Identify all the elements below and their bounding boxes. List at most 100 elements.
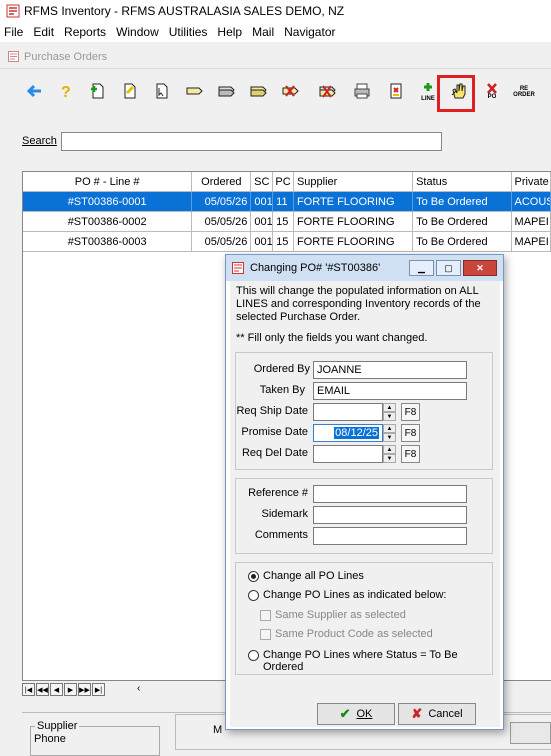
- cancel-label: Cancel: [428, 708, 463, 720]
- dialog-message: This will change the populated informati…: [236, 285, 481, 323]
- subwindow-titlebar: Purchase Orders: [0, 45, 551, 69]
- col-private[interactable]: Private: [511, 172, 551, 192]
- cell-ordered: 05/05/26: [192, 232, 252, 252]
- back-arrow-icon[interactable]: [23, 80, 45, 102]
- comments-input[interactable]: [313, 527, 467, 545]
- delete-po-icon[interactable]: PO: [481, 80, 503, 102]
- document-cursor-icon[interactable]: [151, 80, 173, 102]
- cell-private: MAPEI: [511, 232, 551, 252]
- clipboard-icon[interactable]: [385, 80, 407, 102]
- menu-window[interactable]: Window: [111, 25, 164, 39]
- cell-po: #ST00386-0001: [23, 192, 193, 212]
- menu-reports[interactable]: Reports: [59, 25, 111, 39]
- maximize-icon[interactable]: ▢: [436, 260, 461, 276]
- req-ship-date-label: Req Ship Date: [236, 405, 308, 417]
- col-ordered[interactable]: Ordered: [192, 172, 252, 192]
- same-product-checkbox[interactable]: [260, 629, 271, 640]
- comments-label: Comments: [254, 529, 308, 541]
- change-all-radio[interactable]: [248, 571, 259, 582]
- cell-status: To Be Ordered: [413, 192, 512, 212]
- change-indicated-label: Change PO Lines as indicated below:: [263, 589, 447, 601]
- rfms-app-icon: [6, 4, 20, 18]
- add-line-icon[interactable]: LINE: [417, 80, 439, 102]
- close-icon[interactable]: ✕: [463, 260, 497, 276]
- cell-pc: 15: [273, 232, 294, 252]
- taken-by-input[interactable]: EMAIL: [313, 382, 467, 400]
- search-label: Search: [22, 135, 57, 147]
- cell-sc: 001: [251, 232, 274, 252]
- col-status[interactable]: Status: [413, 172, 512, 192]
- cell-supplier: FORTE FLOORING: [293, 212, 414, 232]
- tag-gray-icon[interactable]: [215, 80, 237, 102]
- same-product-label: Same Product Code as selected: [275, 628, 433, 640]
- cell-pc: 15: [273, 212, 294, 232]
- menu-help[interactable]: Help: [212, 25, 247, 39]
- detail-button[interactable]: [510, 722, 551, 744]
- table-row[interactable]: #ST00386-0003 05/05/26 001 15 FORTE FLOO…: [23, 232, 551, 252]
- cell-status: To Be Ordered: [413, 212, 512, 232]
- dialog-note: ** Fill only the fields you want changed…: [236, 332, 428, 344]
- promise-date-f8-button[interactable]: F8: [401, 424, 420, 442]
- cancel-button[interactable]: ✘ Cancel: [398, 703, 476, 725]
- req-ship-date-input[interactable]: [313, 403, 383, 421]
- checkmark-icon: ✔: [339, 706, 351, 721]
- printer-icon[interactable]: [351, 80, 373, 102]
- table-row[interactable]: #ST00386-0001 05/05/26 001 11 FORTE FLOO…: [23, 192, 551, 212]
- promise-date-spinner[interactable]: ▲ ▼: [383, 424, 396, 442]
- help-question-icon[interactable]: ?: [55, 80, 77, 102]
- ordered-by-label: Ordered By: [253, 363, 310, 375]
- phone-label: Phone: [34, 733, 66, 745]
- col-pc[interactable]: PC: [273, 172, 294, 192]
- ordered-by-input[interactable]: JOANNE: [313, 361, 467, 379]
- delete-tags-icon[interactable]: [316, 80, 338, 102]
- col-sc[interactable]: SC: [251, 172, 274, 192]
- cell-sc: 001: [251, 212, 274, 232]
- req-ship-date-spinner[interactable]: ▲ ▼: [383, 403, 396, 421]
- menu-mail[interactable]: Mail: [247, 25, 279, 39]
- sidemark-input[interactable]: [313, 506, 467, 524]
- last-record-icon[interactable]: ▶|: [92, 683, 105, 696]
- col-supplier[interactable]: Supplier: [293, 172, 414, 192]
- cell-status: To Be Ordered: [413, 232, 512, 252]
- cell-supplier: FORTE FLOORING: [293, 192, 414, 212]
- req-del-date-f8-button[interactable]: F8: [401, 445, 420, 463]
- cell-ordered: 05/05/26: [192, 212, 252, 232]
- prev-page-icon[interactable]: ◀◀: [36, 683, 49, 696]
- tag-stack-icon[interactable]: [247, 80, 269, 102]
- dialog-window-controls: ▁ ▢ ✕: [407, 260, 497, 276]
- new-document-icon[interactable]: [87, 80, 109, 102]
- table-row[interactable]: #ST00386-0002 05/05/26 001 15 FORTE FLOO…: [23, 212, 551, 232]
- search-input[interactable]: [61, 132, 442, 151]
- delete-tag-icon[interactable]: [279, 80, 301, 102]
- tag-yellow-icon[interactable]: [183, 80, 205, 102]
- req-del-date-spinner[interactable]: ▲ ▼: [383, 445, 396, 463]
- menu-navigator[interactable]: Navigator: [279, 25, 340, 39]
- same-supplier-checkbox[interactable]: [260, 610, 271, 621]
- cell-sc: 001: [251, 192, 274, 212]
- req-del-date-input[interactable]: [313, 445, 383, 463]
- prev-record-icon[interactable]: ◀: [50, 683, 63, 696]
- menu-file[interactable]: File: [0, 25, 28, 39]
- reference-input[interactable]: [313, 485, 467, 503]
- menu-utilities[interactable]: Utilities: [164, 25, 213, 39]
- record-navigator: |◀ ◀◀ ◀ ▶ ▶▶ ▶|: [22, 683, 106, 697]
- next-page-icon[interactable]: ▶▶: [78, 683, 91, 696]
- reorder-button[interactable]: RE ORDER: [513, 80, 535, 102]
- supplier-legend: Supplier: [35, 720, 80, 732]
- promise-date-input[interactable]: 08/12/25: [313, 424, 383, 442]
- scroll-left-arrow-icon[interactable]: ‹: [137, 683, 140, 694]
- grid-header: PO # - Line # Ordered SC PC Supplier Sta…: [23, 172, 551, 192]
- minimize-icon[interactable]: ▁: [409, 260, 434, 276]
- col-po-line[interactable]: PO # - Line #: [23, 172, 193, 192]
- req-ship-date-f8-button[interactable]: F8: [401, 403, 420, 421]
- first-record-icon[interactable]: |◀: [22, 683, 35, 696]
- change-indicated-radio[interactable]: [248, 590, 259, 601]
- edit-document-icon[interactable]: [119, 80, 141, 102]
- next-record-icon[interactable]: ▶: [64, 683, 77, 696]
- search-label-text: Search: [22, 135, 57, 147]
- change-status-radio[interactable]: [248, 650, 259, 661]
- po-label: PO: [487, 94, 497, 100]
- menu-edit[interactable]: Edit: [28, 25, 59, 39]
- detail-tab-label: M: [213, 724, 223, 736]
- ok-button[interactable]: ✔ OK: [317, 703, 395, 725]
